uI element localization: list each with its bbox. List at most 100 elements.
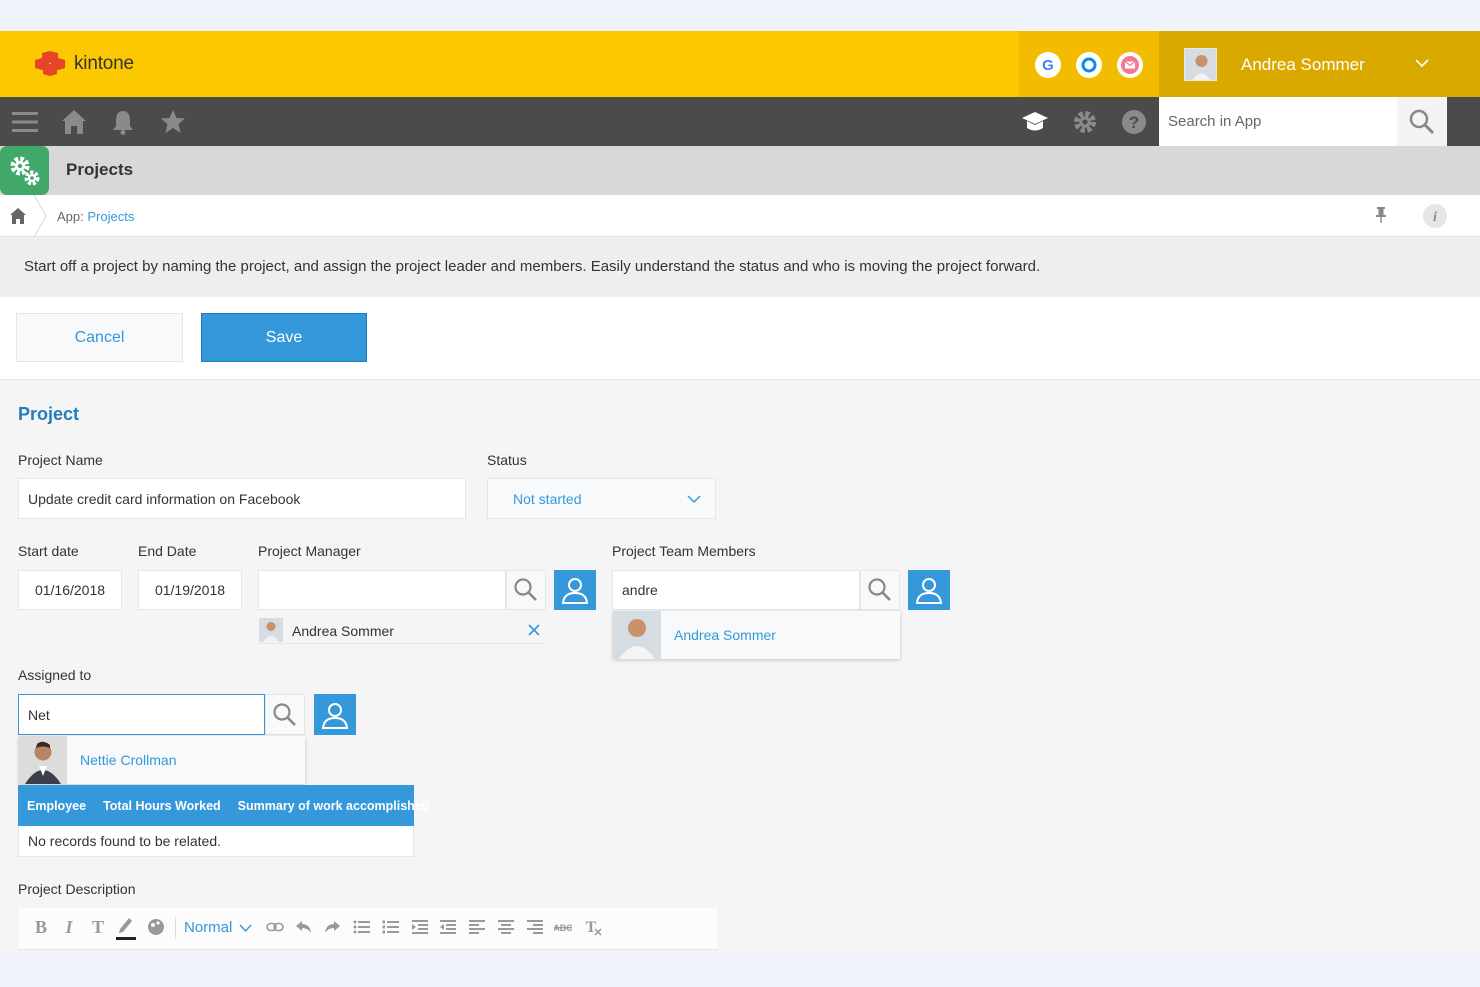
project-manager-label: Project Manager: [258, 543, 361, 559]
end-date-input[interactable]: 01/19/2018: [138, 570, 242, 610]
extension-icons: G: [1019, 31, 1159, 97]
related-col-employee: Employee: [27, 798, 87, 813]
app-icon: [0, 146, 49, 195]
record-form: [0, 381, 1480, 953]
assigned-to-user-picker-button[interactable]: [314, 694, 356, 735]
graduation-cap-icon[interactable]: [1020, 107, 1050, 137]
search-icon: [868, 578, 891, 601]
font-size-select[interactable]: Normal: [184, 919, 232, 936]
numbered-list-icon[interactable]: [381, 917, 401, 937]
bullet-list-icon[interactable]: [352, 917, 372, 937]
search-input[interactable]: [1159, 97, 1397, 146]
background-color-icon[interactable]: [146, 917, 166, 937]
related-records-header: Employee Total Hours Worked Summary of w…: [18, 785, 429, 826]
app-header: [0, 146, 1480, 195]
avatar: [613, 611, 661, 659]
assigned-to-input[interactable]: Net: [18, 694, 265, 735]
section-title: Project: [18, 404, 80, 424]
search-button[interactable]: [1397, 97, 1447, 146]
breadcrumb: [0, 195, 1480, 237]
kintone-logo[interactable]: kintone: [34, 51, 134, 77]
assigned-to-search-button[interactable]: [265, 694, 305, 735]
project-manager-selected-user: Andrea Sommer: [258, 618, 546, 644]
app-title: Projects: [66, 160, 134, 179]
align-left-icon[interactable]: [467, 917, 487, 937]
project-name-value: Update credit card information on Facebo…: [28, 490, 301, 507]
team-members-input[interactable]: andre: [612, 570, 860, 610]
status-dropdown[interactable]: Not started: [487, 478, 716, 519]
end-date-value: 01/19/2018: [154, 582, 226, 598]
gear-icon[interactable]: [1070, 107, 1100, 137]
status-value: Not started: [513, 490, 582, 507]
related-col-summary: Summary of work accomplished: [237, 798, 430, 813]
align-center-icon[interactable]: [496, 917, 516, 937]
breadcrumb-separator: [33, 195, 47, 237]
start-date-label: Start date: [18, 543, 79, 559]
team-members-input-value: andre: [622, 582, 658, 598]
svg-text:i: i: [1433, 210, 1437, 225]
description-label: Project Description: [18, 881, 136, 897]
indent-icon[interactable]: [410, 917, 430, 937]
app-description: Start off a project by naming the projec…: [24, 258, 1041, 275]
cancel-button[interactable]: Cancel: [16, 313, 183, 362]
clear-format-icon[interactable]: T: [583, 917, 603, 937]
status-label: Status: [487, 452, 527, 468]
svg-text:?: ?: [1129, 113, 1139, 132]
project-name-label: Project Name: [18, 452, 103, 468]
help-icon[interactable]: ?: [1119, 107, 1149, 137]
outlook-icon[interactable]: [1076, 52, 1102, 78]
italic-icon[interactable]: I: [59, 917, 79, 937]
related-records-empty: No records found to be related.: [18, 826, 414, 857]
user-name[interactable]: Andrea Sommer: [1241, 55, 1365, 75]
home-icon[interactable]: [59, 107, 89, 137]
menu-icon[interactable]: [10, 107, 40, 137]
align-right-icon[interactable]: [525, 917, 545, 937]
chevron-down-icon[interactable]: [239, 923, 252, 933]
close-icon[interactable]: [528, 624, 540, 636]
assigned-to-label: Assigned to: [18, 667, 92, 683]
strikethrough-icon[interactable]: ABC: [553, 917, 573, 937]
redo-icon[interactable]: [322, 917, 342, 937]
project-manager-user-picker-button[interactable]: [554, 570, 596, 610]
save-button[interactable]: Save: [201, 313, 367, 362]
bell-icon[interactable]: [108, 107, 138, 137]
team-members-search-button[interactable]: [860, 570, 900, 610]
star-icon[interactable]: [158, 107, 188, 137]
breadcrumb-home-icon[interactable]: [9, 207, 27, 225]
project-name-input[interactable]: Update credit card information on Facebo…: [18, 478, 466, 519]
chevron-down-icon[interactable]: [1415, 58, 1429, 68]
link-icon[interactable]: [265, 917, 285, 937]
end-date-label: End Date: [138, 543, 197, 559]
search-icon: [1409, 109, 1435, 134]
chevron-down-icon: [687, 495, 701, 504]
outdent-icon[interactable]: [438, 917, 458, 937]
google-icon[interactable]: G: [1035, 52, 1061, 78]
svg-text:T: T: [586, 919, 597, 936]
assigned-to-suggestion[interactable]: Nettie Crollman: [19, 736, 305, 784]
start-date-value: 01/16/2018: [34, 582, 106, 598]
pin-icon[interactable]: [1373, 206, 1389, 224]
info-icon[interactable]: i: [1422, 203, 1448, 229]
start-date-input[interactable]: 01/16/2018: [18, 570, 122, 610]
gears-icon: [10, 156, 39, 185]
project-manager-search-button[interactable]: [506, 570, 546, 610]
text-color-icon[interactable]: [116, 917, 136, 940]
mail-icon[interactable]: [1117, 52, 1143, 78]
search-icon: [273, 702, 296, 726]
team-suggestion-name[interactable]: Andrea Sommer: [674, 627, 776, 643]
kintone-logo-icon: [35, 51, 65, 76]
project-manager-input[interactable]: [258, 570, 506, 610]
brand-name: kintone: [74, 53, 134, 74]
assigned-to-input-value: Net: [28, 706, 50, 723]
avatar: [19, 736, 67, 784]
breadcrumb-app-link[interactable]: Projects: [87, 209, 134, 224]
undo-icon[interactable]: [294, 917, 314, 937]
assigned-suggestion-name[interactable]: Nettie Crollman: [80, 752, 176, 768]
team-members-suggestion[interactable]: Andrea Sommer: [613, 611, 900, 659]
user-avatar[interactable]: [1184, 48, 1217, 81]
text-size-icon[interactable]: T: [88, 917, 108, 937]
team-members-user-picker-button[interactable]: [908, 570, 950, 610]
bold-icon[interactable]: B: [31, 917, 51, 937]
team-members-label: Project Team Members: [612, 543, 756, 559]
user-icon: [321, 702, 349, 729]
